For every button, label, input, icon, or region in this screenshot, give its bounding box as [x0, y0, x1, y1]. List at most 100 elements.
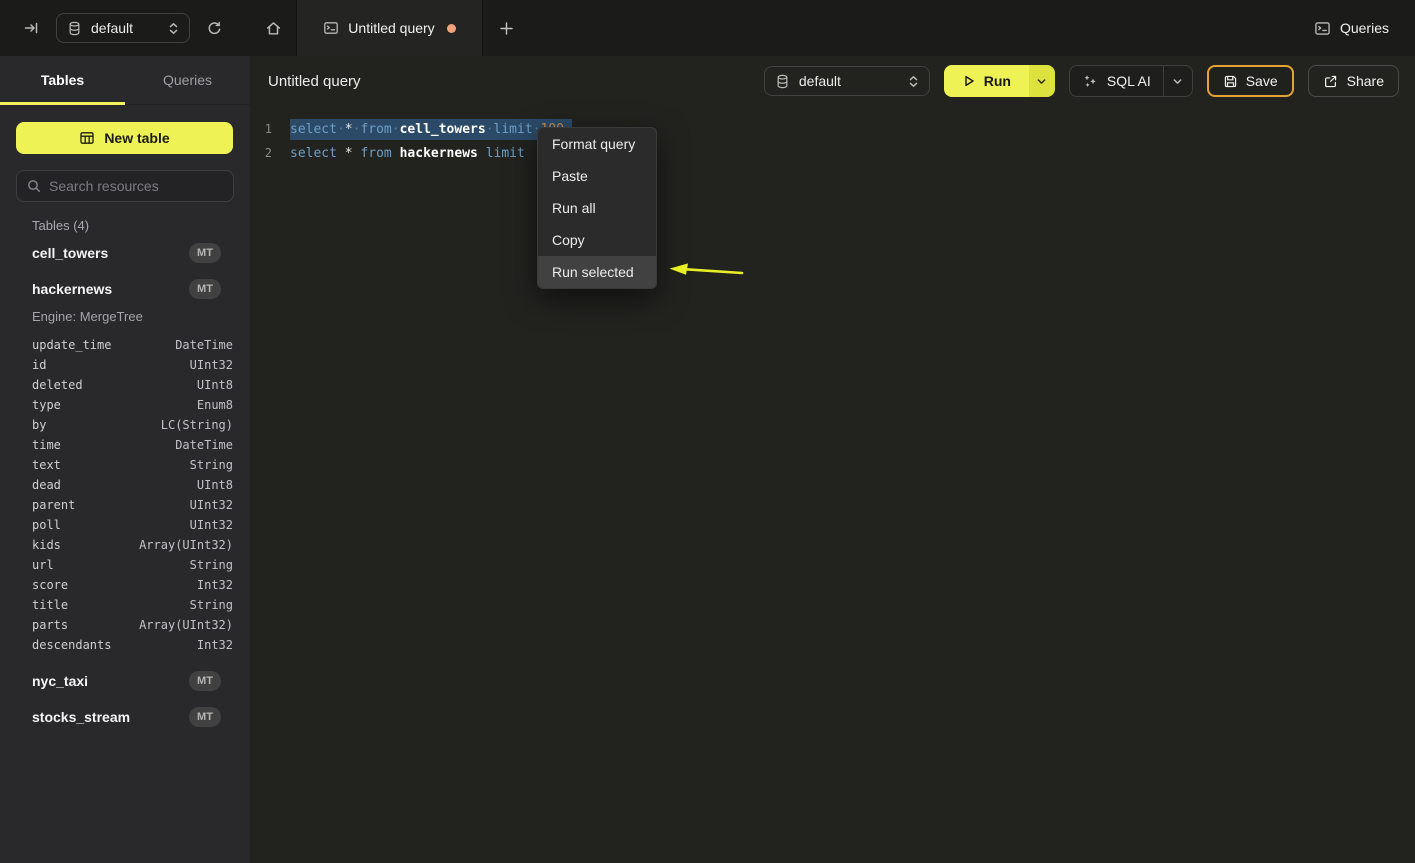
column-type: UInt8 — [197, 478, 233, 492]
column-name: parts — [32, 618, 68, 632]
column-type: Int32 — [197, 578, 233, 592]
table-column-row: titleString — [0, 595, 250, 615]
table-engine-badge: MT — [189, 243, 221, 263]
top-bar-left: default — [0, 13, 250, 43]
terminal-icon — [323, 20, 339, 36]
unsaved-dot — [447, 24, 456, 33]
table-item[interactable]: hackernewsMT — [0, 273, 250, 305]
query-header: Untitled query default Run — [250, 56, 1415, 106]
table-name: stocks_stream — [32, 709, 130, 725]
context-menu-item-paste[interactable]: Paste — [538, 160, 656, 192]
table-name: hackernews — [32, 281, 112, 297]
chevron-sort-icon — [168, 22, 179, 35]
tables-section-label: Tables (4) — [32, 218, 221, 233]
search-input[interactable] — [49, 178, 223, 194]
database-selector-toolbar[interactable]: default — [764, 66, 930, 96]
column-type: UInt32 — [190, 518, 233, 532]
sidebar-tab-tables[interactable]: Tables — [0, 56, 125, 104]
context-menu-item-run-all[interactable]: Run all — [538, 192, 656, 224]
column-name: score — [32, 578, 68, 592]
column-name: type — [32, 398, 61, 412]
column-type: String — [190, 458, 233, 472]
table-item[interactable]: cell_towers MT — [0, 237, 250, 269]
table-item[interactable]: stocks_streamMT — [0, 701, 250, 733]
column-name: descendants — [32, 638, 111, 652]
new-table-button[interactable]: New table — [16, 122, 233, 154]
code-token — [478, 146, 486, 161]
code-token: select — [290, 122, 337, 137]
column-type: String — [190, 558, 233, 572]
table-item[interactable]: nyc_taxiMT — [0, 665, 250, 697]
run-button-label: Run — [984, 73, 1011, 89]
sql-ai-button-group: SQL AI — [1069, 65, 1193, 97]
save-button[interactable]: Save — [1207, 65, 1294, 97]
code-line[interactable]: 1 select·*·from·cell_towers·limit·100· — [250, 117, 1415, 141]
context-menu-item-run-selected[interactable]: Run selected — [538, 256, 656, 288]
table-column-row: kidsArray(UInt32) — [0, 535, 250, 555]
share-button[interactable]: Share — [1308, 65, 1399, 97]
run-button-group: Run — [944, 65, 1055, 97]
page-title: Untitled query — [268, 73, 361, 90]
table-column-row: deadUInt8 — [0, 475, 250, 495]
code-token: · — [337, 122, 345, 137]
tab-untitled-query[interactable]: Untitled query — [296, 0, 483, 56]
table-column-row: timeDateTime — [0, 435, 250, 455]
line-number: 1 — [250, 122, 272, 136]
table-columns-list: update_timeDateTimeidUInt32deletedUInt8t… — [0, 335, 250, 655]
column-type: Int32 — [197, 638, 233, 652]
home-icon[interactable] — [250, 0, 296, 56]
code-token: · — [486, 122, 494, 137]
column-name: id — [32, 358, 46, 372]
line-number: 2 — [250, 146, 272, 160]
sql-ai-chevron[interactable] — [1164, 66, 1192, 96]
save-button-label: Save — [1246, 73, 1278, 89]
sparkles-icon — [1082, 73, 1098, 89]
share-button-label: Share — [1347, 73, 1384, 89]
context-menu-item-format-query[interactable]: Format query — [538, 128, 656, 160]
refresh-icon[interactable] — [206, 20, 223, 37]
table-column-row: descendants Int32 — [0, 635, 250, 655]
column-name: title — [32, 598, 68, 612]
database-selector-top[interactable]: default — [56, 13, 190, 43]
sql-editor[interactable]: 1 select·*·from·cell_towers·limit·100· 2 se… — [250, 106, 1415, 165]
sidebar: Tables Queries New table Tables (4) cell… — [0, 56, 250, 863]
run-button[interactable]: Run — [944, 65, 1029, 97]
table-name: cell_towers — [32, 245, 108, 261]
search-icon — [27, 179, 41, 193]
database-selector-value: default — [799, 73, 899, 89]
code-token: * — [345, 122, 353, 137]
sql-ai-button[interactable]: SQL AI — [1070, 66, 1163, 96]
sidebar-tabs: Tables Queries — [0, 56, 250, 105]
table-column-row: idUInt32 — [0, 355, 250, 375]
code-token: select — [290, 146, 337, 161]
context-menu: Format queryPasteRun allCopyRun selected — [537, 127, 657, 289]
sql-ai-label: SQL AI — [1107, 73, 1151, 89]
table-column-row: byLC(String) — [0, 415, 250, 435]
table-engine-label: Engine: MergeTree — [0, 305, 250, 327]
code-token: · — [392, 122, 400, 137]
collapse-sidebar-icon[interactable] — [23, 20, 39, 36]
new-table-label: New table — [104, 130, 169, 146]
code-token: from — [360, 146, 391, 161]
save-icon — [1223, 74, 1238, 89]
database-selector-value: default — [91, 20, 159, 36]
sidebar-tab-queries[interactable]: Queries — [125, 56, 250, 104]
code-token: limit — [494, 122, 533, 137]
code-token: cell_towers — [400, 122, 486, 137]
table-column-row: update_timeDateTime — [0, 335, 250, 355]
selected-code: select·*·from·cell_towers·limit·100· — [290, 119, 572, 140]
queries-terminal-icon — [1314, 20, 1331, 37]
chevron-sort-icon — [908, 75, 919, 88]
new-tab-icon[interactable] — [483, 0, 529, 56]
database-icon — [67, 21, 82, 36]
search-box[interactable] — [16, 170, 234, 202]
context-menu-item-copy[interactable]: Copy — [538, 224, 656, 256]
queries-button[interactable]: Queries — [1314, 20, 1389, 37]
run-options-chevron[interactable] — [1029, 65, 1055, 97]
column-type: UInt32 — [190, 498, 233, 512]
table-column-row: pollUInt32 — [0, 515, 250, 535]
table-column-row: partsArray(UInt32) — [0, 615, 250, 635]
column-name: url — [32, 558, 54, 572]
column-name: kids — [32, 538, 61, 552]
code-line[interactable]: 2select * from hackernews limit — [250, 141, 1415, 165]
